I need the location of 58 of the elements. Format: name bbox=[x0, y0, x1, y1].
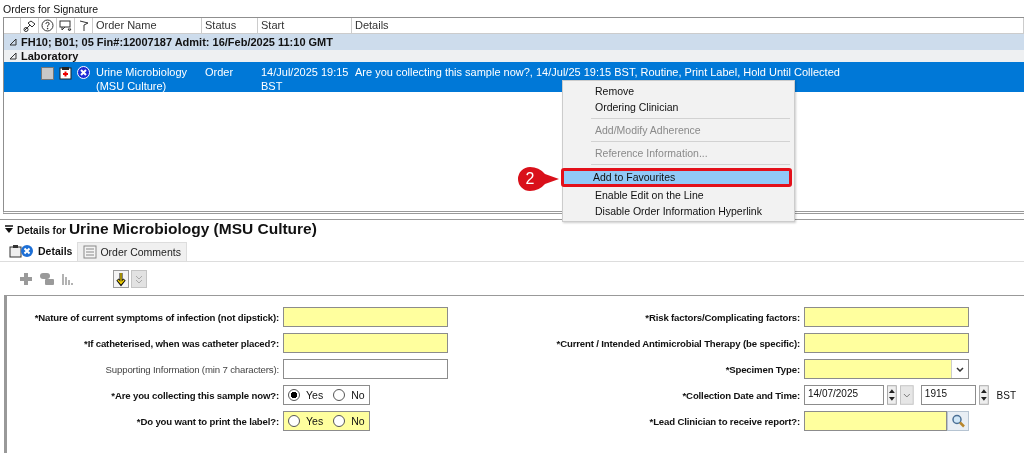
column-header[interactable]: Start bbox=[258, 18, 352, 33]
add-icon[interactable] bbox=[19, 271, 33, 286]
panel-title: Orders for Signature bbox=[2, 2, 100, 17]
table-cell-text: Are you collecting this sample now?, 14/Jul/25 19:15 BST, Routine, Print Label, Hold Until Collected bbox=[354, 65, 840, 79]
details-title: Urine Microbiology (MSU Culture) bbox=[68, 220, 317, 238]
radio-option[interactable]: No bbox=[333, 415, 365, 427]
list-icon bbox=[83, 245, 98, 259]
tools-icon[interactable] bbox=[22, 19, 37, 32]
radio-option[interactable]: Yes bbox=[288, 415, 324, 427]
field-label: *Collection Date and Time: bbox=[681, 389, 800, 401]
collapse-icon[interactable] bbox=[4, 225, 14, 234]
spinner-icon[interactable] bbox=[887, 385, 898, 405]
field-label: *Lead Clinician to receive report?: bbox=[648, 415, 800, 427]
menu-item[interactable]: Enable Edit on the Line bbox=[565, 187, 792, 203]
tab[interactable]: Order Comments bbox=[77, 242, 187, 261]
document-icon bbox=[59, 66, 72, 80]
column-header[interactable]: Status bbox=[202, 18, 258, 33]
field-label: *If catheterised, when was catheter placed?: bbox=[83, 337, 279, 349]
group-label: Laboratory bbox=[21, 50, 79, 62]
field-label: *Nature of current symptoms of infection (not dipstick): bbox=[33, 311, 279, 323]
text-field[interactable] bbox=[804, 333, 969, 353]
table-cell-text: Order bbox=[204, 65, 235, 80]
radio-option[interactable]: Yes bbox=[288, 389, 324, 401]
checkbox[interactable] bbox=[41, 67, 54, 80]
field-label: *Are you collecting this sample now?: bbox=[110, 389, 279, 401]
field-label: *Do you want to print the label?: bbox=[135, 415, 279, 427]
down-arrow-button[interactable] bbox=[113, 269, 129, 288]
help-icon[interactable] bbox=[41, 19, 54, 32]
step-callout: 2 bbox=[517, 166, 561, 192]
field-label: Supporting Information (min 7 characters): bbox=[104, 363, 279, 375]
table-cell-text: 14/Jul/2025 19:15 BST bbox=[260, 65, 350, 92]
field-label: *Current / Intended Antimicrobial Therapy (be specific): bbox=[555, 337, 800, 349]
column-header[interactable]: Details bbox=[352, 18, 1024, 33]
timezone-label: BST bbox=[996, 389, 1016, 401]
lookup-field[interactable] bbox=[804, 411, 947, 431]
text-field[interactable] bbox=[804, 307, 969, 327]
menu-item[interactable]: Add to Favourites bbox=[561, 168, 792, 187]
menu-item[interactable]: Ordering Clinician bbox=[565, 99, 792, 115]
details-prefix: Details for bbox=[17, 225, 66, 236]
bar-chart-icon[interactable] bbox=[61, 271, 75, 286]
dropdown-field[interactable] bbox=[804, 359, 969, 379]
cancel-icon bbox=[77, 66, 90, 79]
table-cell-text: Urine Microbiology (MSU Culture) bbox=[95, 65, 189, 92]
spinner-icon[interactable] bbox=[978, 385, 989, 405]
text-field[interactable] bbox=[283, 307, 448, 327]
comment-icon[interactable] bbox=[58, 19, 73, 32]
group-label: FH10; B01; 05 Fin#:12007187 Admit: 16/Feb/2025 11:10 GMT bbox=[21, 36, 333, 48]
time-field[interactable]: 1915 bbox=[920, 385, 976, 405]
search-button[interactable] bbox=[947, 411, 969, 431]
field-label: *Risk factors/Complicating factors: bbox=[644, 311, 800, 323]
radio-option[interactable]: No bbox=[333, 389, 365, 401]
field-label: *Specimen Type: bbox=[724, 363, 800, 375]
clipboard-icon bbox=[9, 244, 35, 258]
menu-item[interactable]: Disable Order Information Hyperlink bbox=[565, 203, 792, 219]
column-header[interactable]: Order Name bbox=[93, 18, 202, 33]
date-field[interactable]: 14/07/2025 bbox=[804, 385, 885, 405]
text-field[interactable] bbox=[283, 359, 448, 379]
text-field[interactable] bbox=[283, 333, 448, 353]
